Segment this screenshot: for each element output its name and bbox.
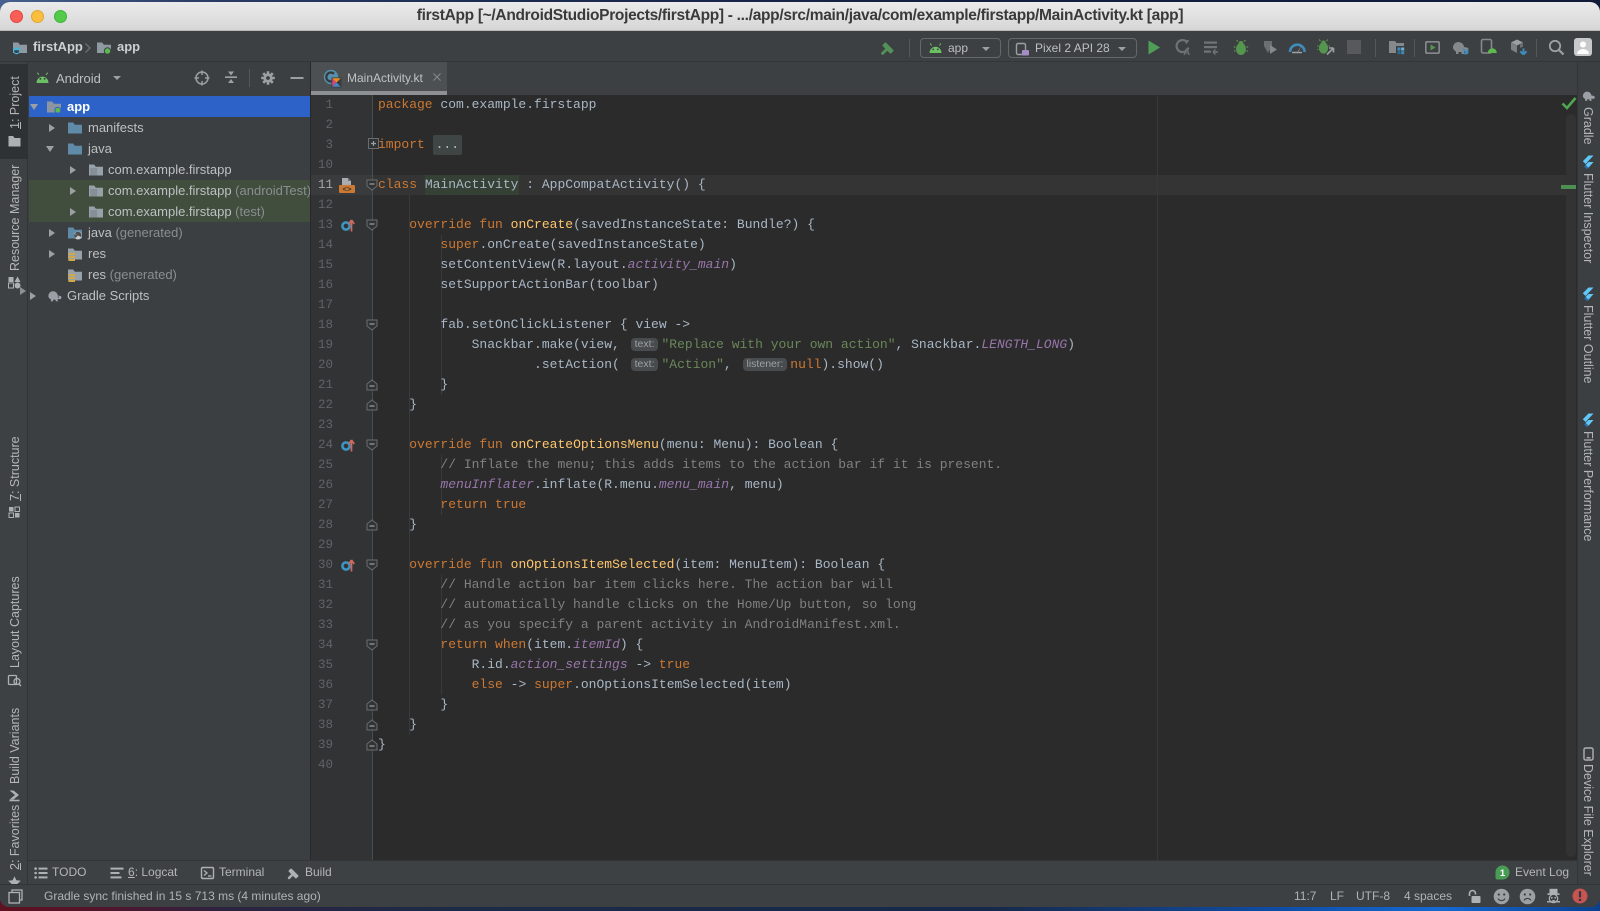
svg-text:<>: <> [342, 187, 352, 194]
svg-text:A: A [1183, 47, 1190, 56]
svg-text:1: 1 [1500, 868, 1506, 879]
